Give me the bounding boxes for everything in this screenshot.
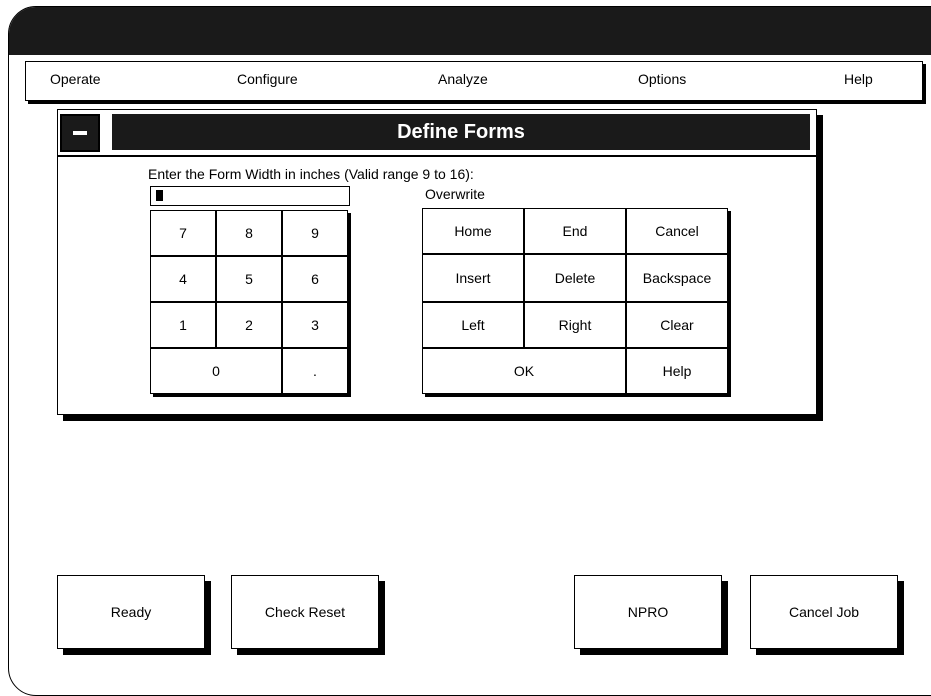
- left-button[interactable]: Left: [422, 302, 524, 348]
- key-7[interactable]: 7: [150, 210, 216, 256]
- clear-button[interactable]: Clear: [626, 302, 728, 348]
- menu-options[interactable]: Options: [638, 71, 686, 87]
- npro-button[interactable]: NPRO: [574, 575, 722, 649]
- menu-configure[interactable]: Configure: [237, 71, 298, 87]
- ok-button[interactable]: OK: [422, 348, 626, 394]
- key-9[interactable]: 9: [282, 210, 348, 256]
- menu-help[interactable]: Help: [844, 71, 873, 87]
- menu-bar: Operate Configure Analyze Options Help: [25, 61, 923, 101]
- title-divider: [58, 155, 816, 157]
- key-4[interactable]: 4: [150, 256, 216, 302]
- check-reset-button[interactable]: Check Reset: [231, 575, 379, 649]
- backspace-button[interactable]: Backspace: [626, 254, 728, 302]
- define-forms-dialog: Define Forms Enter the Form Width in inc…: [57, 109, 817, 415]
- dialog-title: Define Forms: [112, 114, 810, 150]
- key-8[interactable]: 8: [216, 210, 282, 256]
- key-1[interactable]: 1: [150, 302, 216, 348]
- key-3[interactable]: 3: [282, 302, 348, 348]
- screen-frame: Operate Configure Analyze Options Help D…: [8, 6, 931, 696]
- key-2[interactable]: 2: [216, 302, 282, 348]
- key-0[interactable]: 0: [150, 348, 282, 394]
- cancel-job-button[interactable]: Cancel Job: [750, 575, 898, 649]
- key-6[interactable]: 6: [282, 256, 348, 302]
- minus-icon: [73, 131, 87, 135]
- system-menu-button[interactable]: [60, 114, 100, 152]
- right-button[interactable]: Right: [524, 302, 626, 348]
- form-width-prompt: Enter the Form Width in inches (Valid ra…: [148, 166, 474, 182]
- title-bar: [9, 7, 931, 55]
- menu-analyze[interactable]: Analyze: [438, 71, 488, 87]
- help-button[interactable]: Help: [626, 348, 728, 394]
- key-decimal-point[interactable]: .: [282, 348, 348, 394]
- menu-operate[interactable]: Operate: [50, 71, 101, 87]
- end-button[interactable]: End: [524, 208, 626, 254]
- ready-button[interactable]: Ready: [57, 575, 205, 649]
- cancel-button[interactable]: Cancel: [626, 208, 728, 254]
- text-cursor: [156, 190, 163, 201]
- form-width-input[interactable]: [150, 186, 350, 206]
- delete-button[interactable]: Delete: [524, 254, 626, 302]
- home-button[interactable]: Home: [422, 208, 524, 254]
- insert-button[interactable]: Insert: [422, 254, 524, 302]
- key-5[interactable]: 5: [216, 256, 282, 302]
- edit-mode-label: Overwrite: [425, 186, 485, 202]
